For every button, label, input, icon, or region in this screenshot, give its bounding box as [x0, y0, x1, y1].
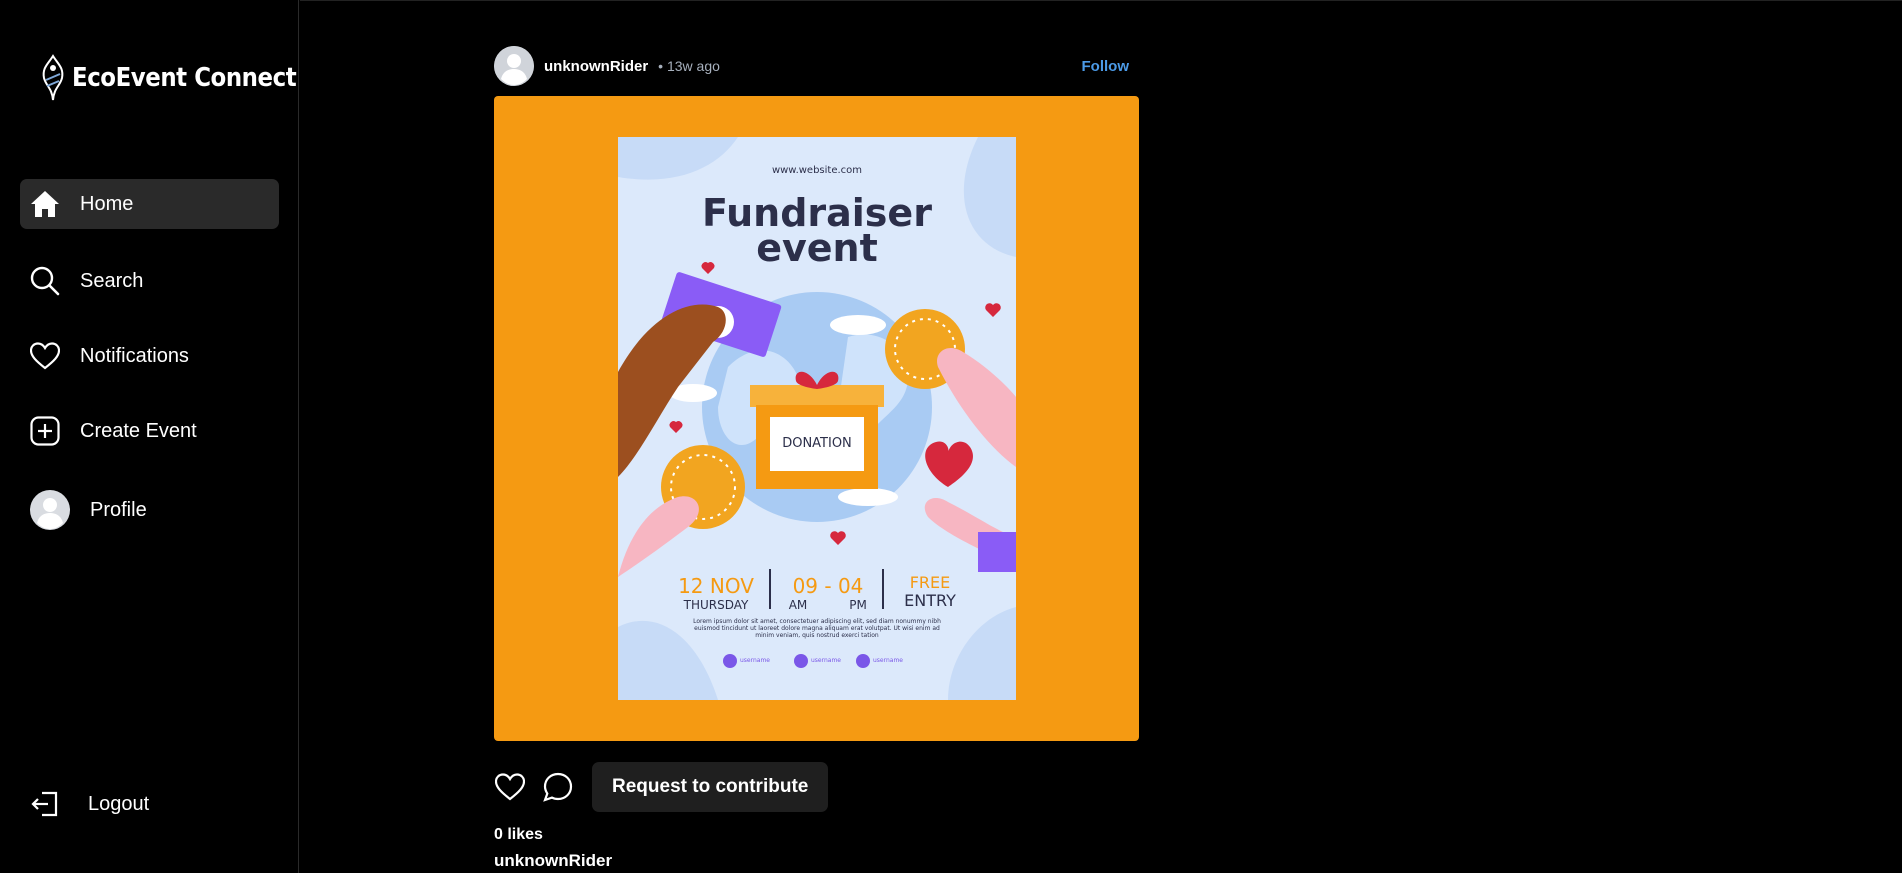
sidebar-item-label: Profile [90, 498, 147, 521]
sidebar-item-label: Create Event [80, 419, 197, 442]
search-icon [30, 266, 60, 296]
poster-title-line2: event [756, 226, 878, 270]
like-heart-icon[interactable] [494, 771, 526, 803]
likes-count[interactable]: 0 likes [494, 826, 543, 844]
post-timestamp: • 13w ago [658, 58, 720, 74]
heart-icon [30, 341, 60, 371]
logout-label: Logout [88, 792, 150, 815]
sidebar-item-profile[interactable]: Profile [20, 485, 279, 535]
logout-icon [30, 789, 60, 819]
post-actions: Request to contribute [494, 762, 829, 812]
poster-entry: ENTRY [904, 591, 956, 610]
logout-button[interactable]: Logout [20, 779, 279, 829]
sidebar-item-label: Notifications [80, 344, 189, 367]
follow-button[interactable]: Follow [1082, 58, 1130, 75]
logo-text: EcoEvent Connect [72, 63, 297, 93]
poster-time: 09 - 04 [792, 574, 864, 598]
poster-date: 12 NOV [678, 574, 754, 598]
poster-social-facebook: username [740, 657, 770, 664]
home-icon [30, 189, 60, 219]
sidebar-item-search[interactable]: Search [20, 256, 279, 306]
logo-icon [42, 54, 64, 101]
poster-free: FREE [909, 573, 951, 592]
post-author-avatar[interactable] [494, 46, 534, 86]
comment-icon[interactable] [542, 771, 574, 803]
fundraiser-poster: www.website.com Fundraiser event DONATIO… [618, 137, 1016, 700]
sidebar-item-create-event[interactable]: Create Event [20, 406, 279, 456]
poster-day: THURSDAY [683, 598, 749, 612]
poster-website: www.website.com [771, 165, 863, 176]
caption-username[interactable]: unknownRider [494, 851, 612, 871]
post-header: unknownRider • 13w ago Follow [494, 44, 1139, 88]
poster-am: AM [788, 598, 808, 612]
sidebar-item-label: Home [80, 192, 134, 215]
sidebar: EcoEvent Connect Home Search Notificatio… [0, 0, 299, 873]
poster-box-label: DONATION [782, 436, 852, 451]
app-logo[interactable]: EcoEvent Connect [38, 54, 327, 102]
plus-square-icon [30, 416, 60, 446]
post-card: unknownRider • 13w ago Follow www.websit… [494, 44, 1139, 870]
sidebar-item-notifications[interactable]: Notifications [20, 331, 279, 381]
avatar [30, 490, 70, 530]
top-divider [300, 0, 1902, 1]
poster-body-text: Lorem ipsum dolor sit amet, consectetuer… [693, 618, 941, 639]
poster-social-x: username [873, 657, 903, 664]
sidebar-item-home[interactable]: Home [20, 179, 279, 229]
poster-pm: PM [849, 598, 867, 612]
post-image[interactable]: www.website.com Fundraiser event DONATIO… [494, 96, 1139, 741]
request-to-contribute-button[interactable]: Request to contribute [592, 762, 829, 812]
sidebar-item-label: Search [80, 269, 144, 292]
post-author-username[interactable]: unknownRider [544, 58, 648, 75]
poster-social-instagram: username [811, 657, 841, 664]
